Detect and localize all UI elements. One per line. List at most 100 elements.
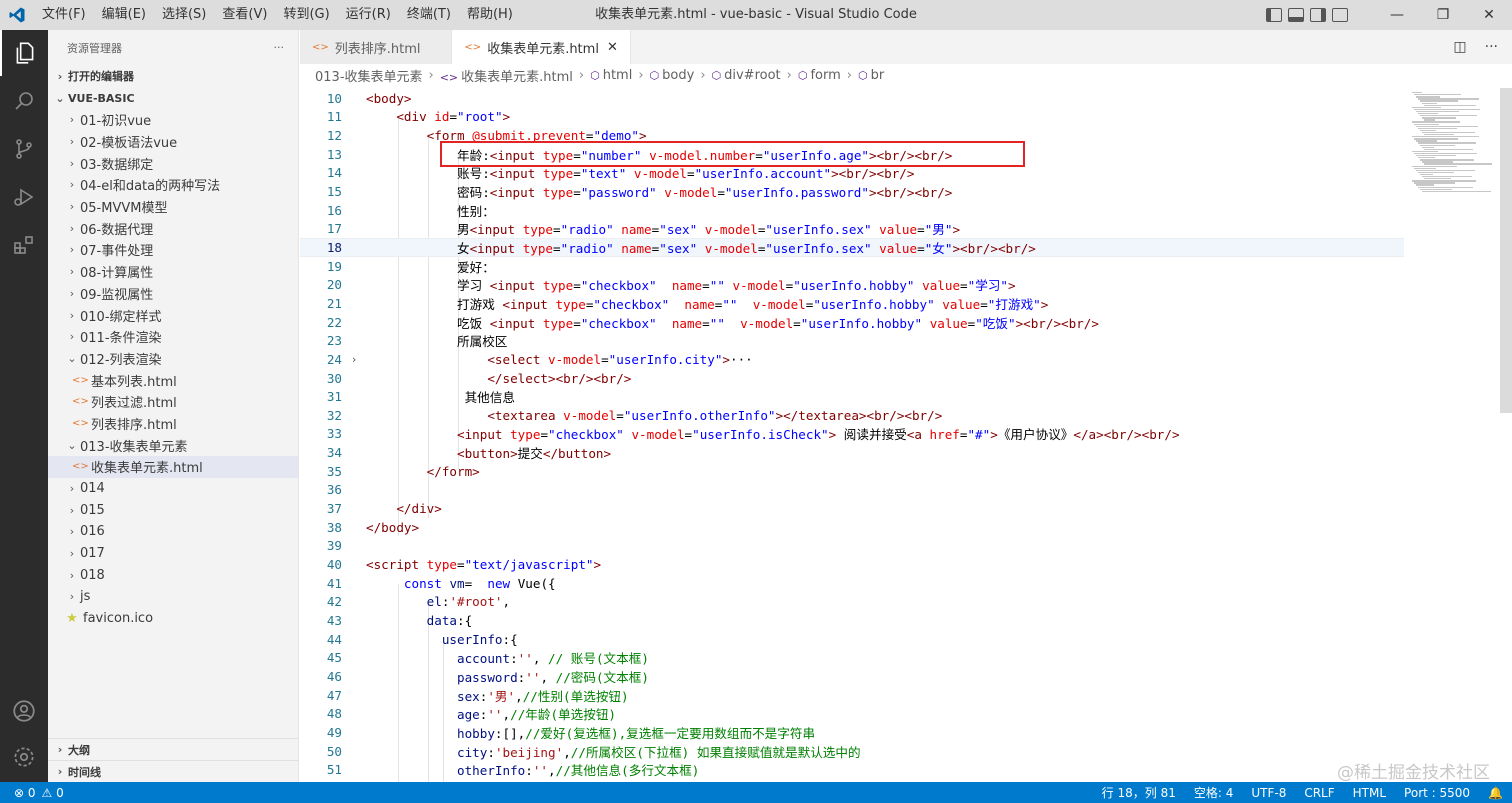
maximize-button[interactable]: ❐: [1420, 0, 1466, 30]
notifications-bell-icon[interactable]: 🔔: [1479, 786, 1512, 800]
account-icon[interactable]: [0, 688, 48, 734]
breadcrumb-item[interactable]: ⬡ html: [590, 68, 632, 83]
menu-view[interactable]: 查看(V): [214, 0, 275, 30]
folder-item[interactable]: › 015: [48, 499, 298, 521]
folder-item[interactable]: › 014: [48, 478, 298, 500]
timeline-section[interactable]: › 时间线: [48, 760, 299, 782]
minimap[interactable]: [1404, 88, 1500, 782]
settings-gear-icon[interactable]: [0, 734, 48, 780]
code-line[interactable]: 33 <input type="checkbox" v-model="userI…: [300, 425, 1404, 444]
file-item[interactable]: <> 列表过滤.html: [48, 391, 298, 413]
folder-item[interactable]: › 02-模板语法vue: [48, 131, 298, 153]
code-line[interactable]: 45 account:'', // 账号(文本框): [300, 649, 1404, 668]
folder-item[interactable]: › 07-事件处理: [48, 239, 298, 261]
close-tab-icon[interactable]: ✕: [607, 40, 618, 55]
breadcrumb-item[interactable]: ⬡ body: [650, 68, 695, 83]
folder-item[interactable]: › 08-计算属性: [48, 261, 298, 283]
code-line[interactable]: 30 </select><br/><br/>: [300, 369, 1404, 388]
menu-run[interactable]: 运行(R): [338, 0, 399, 30]
code-line[interactable]: 34 <button>提交</button>: [300, 443, 1404, 462]
code-line[interactable]: 22 吃饭 <input type="checkbox" name="" v-m…: [300, 313, 1404, 332]
extensions-icon[interactable]: [0, 222, 48, 268]
encoding[interactable]: UTF-8: [1242, 786, 1295, 800]
code-line[interactable]: 46 password:'', //密码(文本框): [300, 667, 1404, 686]
code-line[interactable]: 24 › <select v-model="userInfo.city">···: [300, 350, 1404, 369]
folder-item[interactable]: › 09-监视属性: [48, 283, 298, 305]
warnings-indicator[interactable]: ⚠ 0: [42, 786, 64, 800]
folder-item[interactable]: › 017: [48, 543, 298, 565]
code-line[interactable]: 23 所属校区: [300, 331, 1404, 350]
cursor-position[interactable]: 行 18，列 81: [1093, 784, 1185, 801]
folder-item[interactable]: › 03-数据绑定: [48, 152, 298, 174]
code-line[interactable]: 16 性别：: [300, 201, 1404, 220]
code-editor[interactable]: 10 <body> 11 <div id="root"> 12 <form @subm…: [300, 88, 1500, 782]
breadcrumb-item[interactable]: ⬡ div#root: [712, 68, 781, 83]
toggle-secondary-sidebar-icon[interactable]: [1310, 8, 1326, 22]
code-line[interactable]: 38 </body>: [300, 518, 1404, 537]
code-line[interactable]: 36: [300, 481, 1404, 500]
folder-item[interactable]: › 04-el和data的两种写法: [48, 174, 298, 196]
menu-terminal[interactable]: 终端(T): [399, 0, 459, 30]
breadcrumb-item[interactable]: ⬡ form: [798, 68, 841, 83]
file-collect-form-html[interactable]: <> 收集表单元素.html: [48, 456, 298, 478]
menu-help[interactable]: 帮助(H): [459, 0, 521, 30]
open-editors-section[interactable]: › 打开的编辑器: [48, 65, 298, 87]
folder-item[interactable]: › 018: [48, 564, 298, 586]
code-line[interactable]: 10 <body>: [300, 89, 1404, 108]
toggle-panel-icon[interactable]: [1288, 8, 1304, 22]
toggle-sidebar-icon[interactable]: [1266, 8, 1282, 22]
breadcrumb-item[interactable]: <> 收集表单元素.html: [440, 66, 573, 85]
folder-item[interactable]: › js: [48, 586, 298, 608]
menu-selection[interactable]: 选择(S): [154, 0, 214, 30]
workspace-root[interactable]: ⌄ VUE-BASIC: [48, 87, 298, 109]
more-actions-icon[interactable]: ···: [1485, 39, 1498, 55]
folder-item[interactable]: › 010-绑定样式: [48, 304, 298, 326]
code-line[interactable]: 44 userInfo:{: [300, 630, 1404, 649]
close-window-button[interactable]: ✕: [1466, 0, 1512, 30]
run-debug-icon[interactable]: [0, 174, 48, 220]
live-server-port[interactable]: Port : 5500: [1395, 786, 1479, 800]
customize-layout-icon[interactable]: [1332, 8, 1348, 22]
source-control-icon[interactable]: [0, 126, 48, 172]
menu-file[interactable]: 文件(F): [34, 0, 94, 30]
folder-item[interactable]: › 016: [48, 521, 298, 543]
file-item[interactable]: <> 基本列表.html: [48, 369, 298, 391]
tab-list-sort[interactable]: <> 列表排序.html ✕: [300, 30, 453, 64]
search-icon[interactable]: [0, 78, 48, 124]
code-line[interactable]: 51 otherInfo:'',//其他信息(多行文本框): [300, 760, 1404, 779]
code-line[interactable]: 32 <textarea v-model="userInfo.otherInfo…: [300, 406, 1404, 425]
code-line[interactable]: 35 </form>: [300, 462, 1404, 481]
code-line[interactable]: 42 el:'#root',: [300, 593, 1404, 612]
indentation[interactable]: 空格: 4: [1185, 784, 1243, 801]
end-of-line[interactable]: CRLF: [1295, 786, 1343, 800]
menu-go[interactable]: 转到(G): [275, 0, 337, 30]
split-editor-icon[interactable]: ◫: [1453, 39, 1466, 55]
code-line[interactable]: 41 const vm= new Vue({: [300, 574, 1404, 593]
file-favicon[interactable]: ★ favicon.ico: [48, 608, 298, 630]
code-line[interactable]: 20 学习 <input type="checkbox" name="" v-m…: [300, 276, 1404, 295]
folder-item[interactable]: › 06-数据代理: [48, 217, 298, 239]
folder-item[interactable]: › 01-初识vue: [48, 109, 298, 131]
code-line[interactable]: 48 age:'',//年龄(单选按钮): [300, 704, 1404, 723]
code-line[interactable]: 31 其他信息: [300, 387, 1404, 406]
code-line[interactable]: 43 data:{: [300, 611, 1404, 630]
menu-edit[interactable]: 编辑(E): [94, 0, 154, 30]
outline-section[interactable]: › 大纲: [48, 738, 299, 760]
file-item[interactable]: <> 列表排序.html: [48, 413, 298, 435]
folder-item[interactable]: › 05-MVVM模型: [48, 196, 298, 218]
vertical-scrollbar[interactable]: [1500, 88, 1512, 413]
code-line[interactable]: 19 爱好：: [300, 257, 1404, 276]
language-mode[interactable]: HTML: [1344, 786, 1395, 800]
code-line[interactable]: 21 打游戏 <input type="checkbox" name="" v-…: [300, 294, 1404, 313]
folder-013[interactable]: ⌄ 013-收集表单元素: [48, 434, 298, 456]
breadcrumb-item[interactable]: 013-收集表单元素: [315, 66, 423, 85]
code-line[interactable]: 49 hobby:[],//爱好(复选框),复选框一定要用数组而不是字符串: [300, 723, 1404, 742]
code-line[interactable]: 18 女<input type="radio" name="sex" v-mod…: [300, 238, 1404, 257]
code-line[interactable]: 15 密码:<input type="password" v-model="us…: [300, 182, 1404, 201]
tab-collect-form[interactable]: <> 收集表单元素.html ✕: [452, 30, 631, 64]
code-line[interactable]: 37 </div>: [300, 499, 1404, 518]
code-line[interactable]: 47 sex:'男',//性别(单选按钮): [300, 686, 1404, 705]
explorer-icon[interactable]: [0, 30, 48, 76]
code-line[interactable]: 11 <div id="root">: [300, 108, 1404, 127]
breadcrumb-item[interactable]: ⬡ br: [858, 68, 884, 83]
